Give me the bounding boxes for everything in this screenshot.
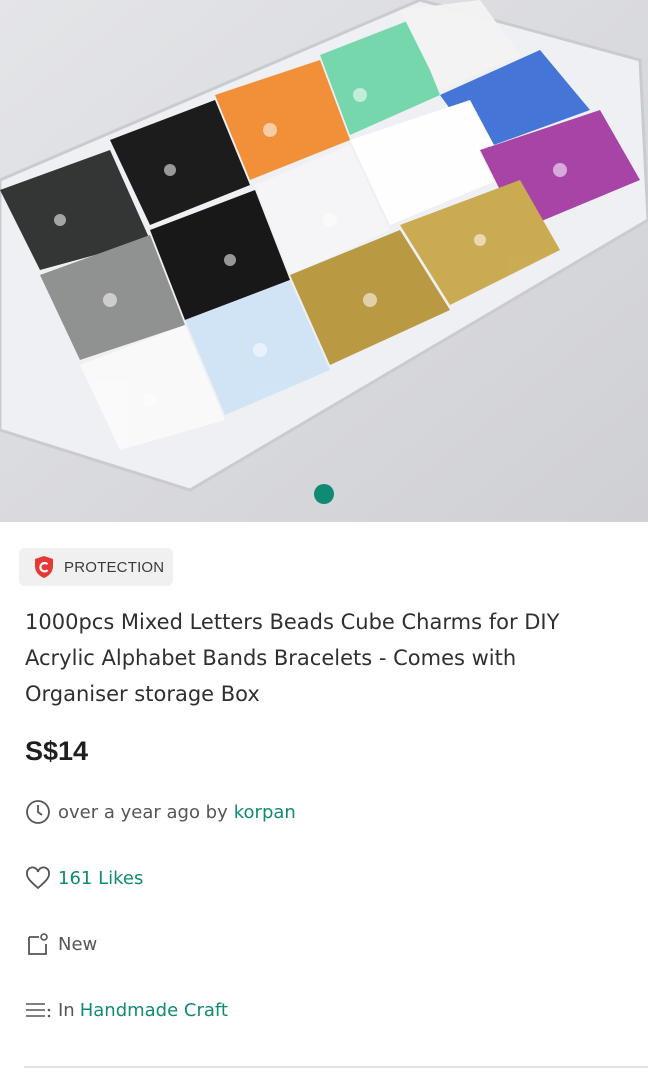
heart-icon[interactable] [24, 864, 52, 892]
listing-price: S$14 [25, 736, 89, 766]
bead-box-illustration [0, 0, 648, 522]
shield-c-icon [35, 556, 53, 578]
product-image[interactable] [0, 0, 648, 522]
category-row: In Handmade Craft [24, 996, 228, 1024]
list-icon [24, 996, 52, 1024]
protection-label: PROTECTION [64, 558, 165, 576]
likes-count[interactable]: 161 Likes [58, 868, 143, 889]
tag-icon [24, 930, 52, 958]
seller-link[interactable]: korpan [234, 802, 296, 823]
condition-text: New [58, 933, 98, 955]
category-prefix: In [58, 999, 75, 1021]
condition-row: New [24, 930, 97, 958]
likes-row[interactable]: 161 Likes [24, 864, 143, 892]
posted-text: over a year ago by [58, 801, 228, 823]
protection-badge[interactable]: PROTECTION [19, 548, 173, 586]
carousel-indicator-dot[interactable] [314, 484, 334, 504]
category-link[interactable]: Handmade Craft [80, 1000, 228, 1021]
listing-title: 1000pcs Mixed Letters Beads Cube Charms … [25, 610, 560, 706]
divider [24, 1066, 648, 1068]
clock-icon [24, 798, 52, 826]
posted-info: over a year ago by korpan [24, 798, 296, 826]
